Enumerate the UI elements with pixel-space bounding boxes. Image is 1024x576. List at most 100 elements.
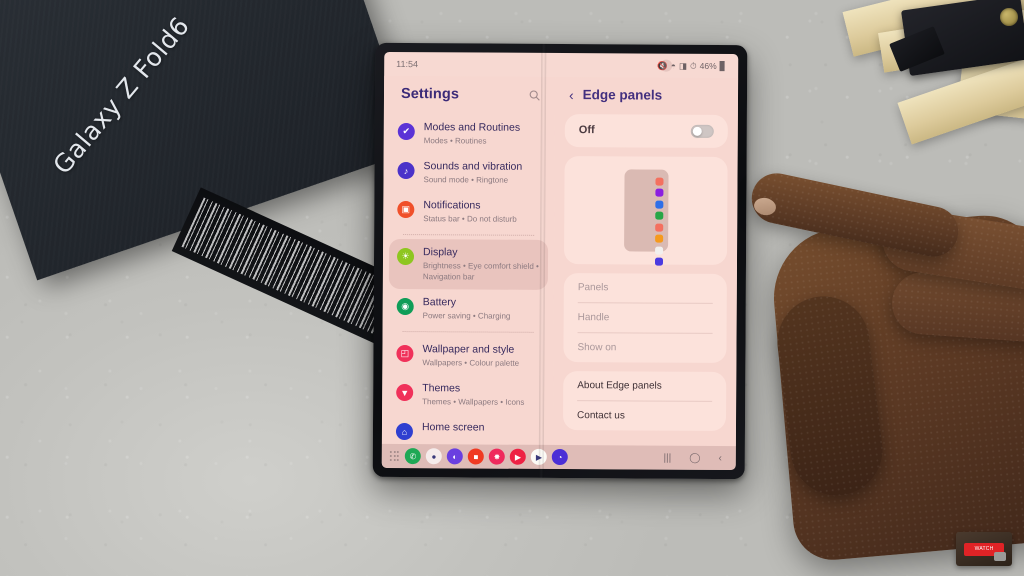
gallery-app-icon[interactable]: ■ — [467, 448, 485, 465]
preview-phone-mock — [623, 168, 669, 266]
edge-panels-toggle-row[interactable]: Off — [565, 114, 728, 147]
themes-icon: ▼ — [396, 384, 414, 402]
settings-row-sounds-and-vibration[interactable]: ♪ Sounds and vibration Sound mode • Ringto… — [389, 153, 548, 193]
settings-row-battery[interactable]: ◉ Battery Power saving • Charging — [389, 289, 548, 329]
settings-row-title: Battery — [422, 296, 457, 309]
battery-percent: 46% — [699, 60, 717, 71]
edge-panels-toggle-card[interactable]: Off — [564, 114, 728, 148]
settings-row-subtitle: Sound mode • Ringtone — [423, 175, 509, 185]
settings-row-title: Notifications — [423, 199, 481, 212]
pointing-hand — [742, 168, 1024, 576]
instagram-app-icon[interactable]: ✸ — [488, 448, 506, 465]
fingernail — [752, 195, 778, 218]
chevron-left-icon[interactable]: ‹ — [569, 87, 574, 103]
battery-icon: ▊ — [719, 60, 727, 71]
clock-app-icon[interactable]: ◔ — [551, 448, 569, 466]
settings-row-subtitle: Wallpapers • Colour palette — [422, 358, 520, 368]
watermark-play-icon — [994, 552, 1006, 561]
settings-list[interactable]: ✔ Modes and Routines Modes • Routines ♪ Soun… — [382, 114, 555, 445]
settings-row-title: Themes — [422, 382, 461, 395]
internet-app-icon[interactable]: ◐ — [446, 448, 464, 465]
preview-app-dots — [654, 177, 664, 266]
recents-button[interactable]: ||| — [663, 452, 671, 463]
settings-row-title: Modes and Routines — [423, 121, 521, 134]
dock-bar[interactable]: ✆ ● ◐ ■ ✸ ▶ ▶ ◔ ||| ◯ ‹ — [381, 443, 736, 471]
play-store-app-icon[interactable]: ▶ — [530, 448, 548, 465]
preview-app-dot — [654, 211, 663, 220]
menu-item-show-on: Show on — [577, 341, 617, 353]
status-time: 11:54 — [396, 58, 419, 70]
settings-row-themes[interactable]: ▼ Themes Themes • Wallpapers • Icons — [388, 375, 547, 415]
notification-icon: ▣ — [397, 201, 415, 219]
menu-item-contact-us[interactable]: Contact us — [563, 401, 726, 431]
middle-finger — [890, 270, 1024, 344]
messages-app-icon[interactable]: ● — [425, 448, 443, 465]
edge-panels-title: Edge panels — [582, 87, 663, 103]
list-divider — [403, 234, 535, 237]
preview-app-dot — [654, 234, 663, 243]
edge-panel-preview-card — [563, 155, 728, 266]
list-divider — [402, 331, 534, 334]
settings-row-subtitle: Brightness • Eye comfort shield • Naviga… — [422, 261, 539, 282]
settings-row-subtitle: Status bar • Do not disturb — [423, 214, 517, 224]
phone-app-icon[interactable]: ✆ — [404, 448, 422, 465]
settings-row-modes-and-routines[interactable]: ✔ Modes and Routines Modes • Routines — [390, 114, 549, 154]
alarm-icon: ⏱ — [689, 60, 697, 71]
camera-punch-hole — [660, 59, 673, 72]
photo-scene: Galaxy Z Fold6 11:54 🔇 ◓ ◨ ⏱ 46% ▊ Setti… — [0, 0, 1024, 576]
edge-panels-header: ‹ Edge panels — [555, 77, 738, 115]
index-finger — [747, 168, 963, 262]
modes-icon: ✔ — [397, 123, 415, 141]
galaxy-fold-device: 11:54 🔇 ◓ ◨ ⏱ 46% ▊ Settings ✔ Modes and… — [372, 42, 748, 480]
device-screen[interactable]: 11:54 🔇 ◓ ◨ ⏱ 46% ▊ Settings ✔ Modes and… — [381, 51, 739, 471]
settings-row-title: Sounds and vibration — [423, 160, 523, 173]
back-button[interactable]: ‹ — [718, 452, 721, 463]
battery-icon: ◉ — [396, 298, 414, 316]
edge-panels-info-menu[interactable]: About Edge panels Contact us — [562, 370, 727, 431]
edge-panels-settings-menu[interactable]: Panels Handle Show on — [563, 272, 727, 363]
ring-finger — [878, 204, 1024, 294]
split-panes: Settings ✔ Modes and Routines Modes • Rout… — [381, 75, 739, 447]
thumb — [772, 291, 888, 501]
preview-app-dot — [654, 200, 663, 209]
settings-row-title: Wallpaper and style — [422, 343, 515, 356]
settings-row-notifications[interactable]: ▣ Notifications Status bar • Do not distur… — [389, 192, 548, 232]
menu-item-panels: Panels — [577, 281, 609, 293]
preview-app-dot — [654, 188, 663, 197]
menu-item-handle: Handle — [577, 311, 610, 323]
apps-grid-icon[interactable] — [389, 451, 400, 461]
signal-icon: ◨ — [678, 60, 688, 71]
sound-icon: ♪ — [397, 162, 415, 180]
page-title: Settings — [400, 86, 460, 103]
wallpaper-icon: ◰ — [396, 345, 414, 363]
settings-row-title: Display — [423, 246, 458, 259]
menu-item-about-edge-panels[interactable]: About Edge panels — [563, 371, 726, 401]
settings-row-wallpaper-and-style[interactable]: ◰ Wallpaper and style Wallpapers • Colour … — [388, 336, 547, 376]
screw-icon — [1000, 8, 1018, 26]
settings-pane: Settings ✔ Modes and Routines Modes • Rout… — [381, 75, 556, 445]
switch-knob — [692, 126, 702, 136]
status-bar: 11:54 🔇 ◓ ◨ ⏱ 46% ▊ — [384, 52, 738, 78]
hand-palm — [768, 210, 1024, 564]
preview-app-dot — [654, 257, 663, 266]
settings-header: Settings — [384, 76, 555, 115]
display-icon: ☀ — [396, 248, 415, 266]
settings-row-subtitle: Modes • Routines — [423, 136, 487, 146]
preview-app-dot — [654, 246, 663, 255]
preview-app-dot — [654, 223, 663, 232]
settings-row-title: Home screen — [421, 421, 485, 434]
settings-row-subtitle: Power saving • Charging — [422, 311, 511, 321]
navigation-bar[interactable]: ||| ◯ ‹ — [663, 452, 727, 463]
preview-app-dot — [654, 177, 664, 186]
settings-row-home-screen[interactable]: ⌂ Home screen — [388, 414, 547, 445]
dock-app-list[interactable]: ✆ ● ◐ ■ ✸ ▶ ▶ ◔ — [404, 448, 569, 466]
edge-panels-pane: ‹ Edge panels Off Panels Handle Show on … — [552, 76, 739, 447]
edge-panels-switch[interactable] — [690, 124, 714, 138]
video-watermark: WATCH — [956, 532, 1012, 566]
settings-row-subtitle: Themes • Wallpapers • Icons — [422, 397, 525, 407]
youtube-app-icon[interactable]: ▶ — [509, 448, 527, 465]
home-screen-icon: ⌂ — [395, 423, 414, 441]
settings-row-display[interactable]: ☀ Display Brightness • Eye comfort shield … — [388, 238, 549, 290]
search-icon[interactable] — [528, 88, 541, 101]
home-button[interactable]: ◯ — [689, 452, 700, 463]
